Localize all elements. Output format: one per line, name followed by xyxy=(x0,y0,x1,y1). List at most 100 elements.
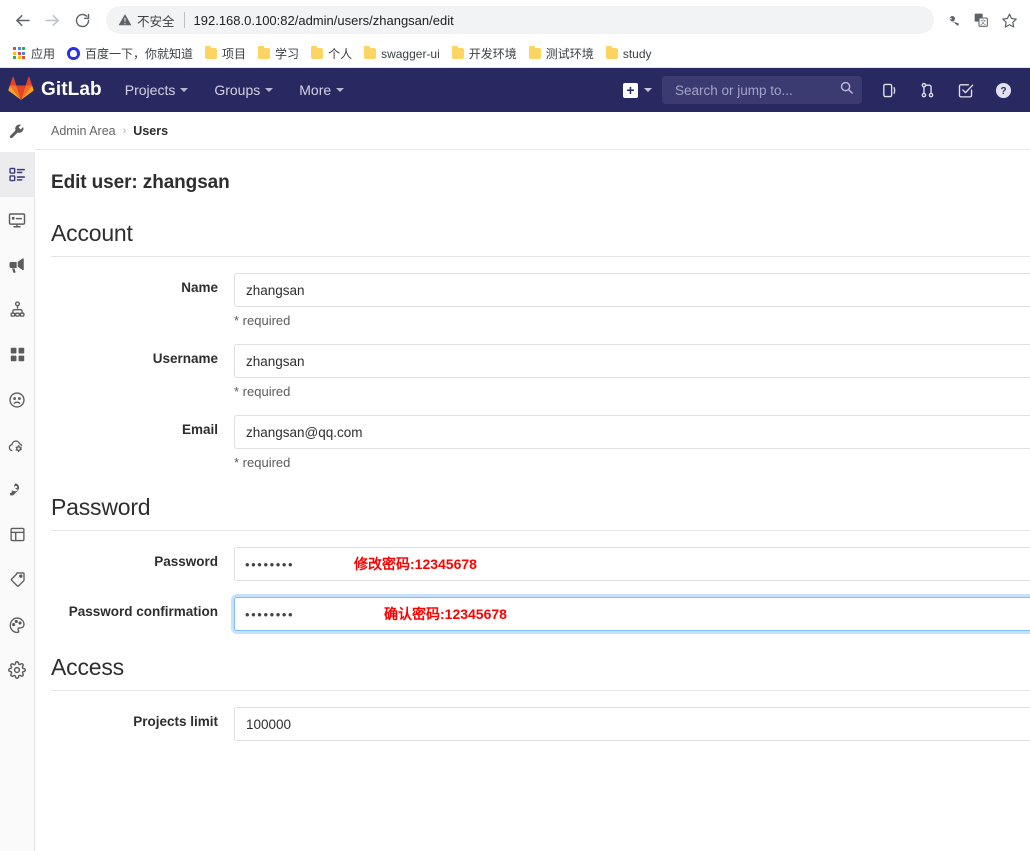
bookmark-test-env[interactable]: 测试环境 xyxy=(523,43,600,65)
baidu-icon xyxy=(67,47,80,60)
projects-limit-input[interactable] xyxy=(234,707,1030,741)
browser-toolbar: 不安全 192.168.0.100:82/admin/users/zhangsa… xyxy=(0,0,1030,40)
sidebar-item-deploy-keys[interactable] xyxy=(0,467,35,512)
gitlab-navbar-right: + ? xyxy=(615,68,1022,112)
breadcrumb-admin-area[interactable]: Admin Area xyxy=(51,124,116,138)
email-required-note: * required xyxy=(234,455,1030,470)
name-required-note: * required xyxy=(234,313,1030,328)
translate-icon[interactable]: 文 xyxy=(968,7,994,33)
todos-icon[interactable] xyxy=(946,68,984,112)
form-row-password-confirmation: Password confirmation •••••••• 确认密码:1234… xyxy=(51,597,1030,631)
nav-more-label: More xyxy=(299,82,331,98)
email-input[interactable] xyxy=(234,415,1030,449)
form-row-username: Username * required xyxy=(51,344,1030,399)
bookmark-xiangmu[interactable]: 项目 xyxy=(199,43,252,65)
sidebar-item-applications[interactable] xyxy=(0,332,35,377)
sidebar-item-settings[interactable] xyxy=(0,647,35,692)
bookmark-label: 百度一下，你就知道 xyxy=(85,45,193,62)
password-confirmation-input[interactable] xyxy=(234,597,1030,631)
label-password-confirmation: Password confirmation xyxy=(51,597,234,619)
issues-icon[interactable] xyxy=(870,68,908,112)
breadcrumb: Admin Area › Users xyxy=(35,112,1030,150)
password-input[interactable] xyxy=(234,547,1030,581)
nav-groups[interactable]: Groups xyxy=(201,68,286,112)
sidebar-item-labels[interactable] xyxy=(0,557,35,602)
field-username-wrap: * required xyxy=(234,344,1030,399)
reload-icon[interactable] xyxy=(68,6,96,34)
sidebar-item-abuse-reports[interactable] xyxy=(0,377,35,422)
sidebar-item-overview[interactable] xyxy=(0,152,35,197)
label-projects-limit: Projects limit xyxy=(51,707,234,729)
bookmark-study[interactable]: study xyxy=(600,43,658,65)
gear-icon xyxy=(8,661,26,679)
edit-user-form: Account Name * required Username * requi… xyxy=(35,220,1030,741)
bookmark-label: 学习 xyxy=(275,45,299,62)
folder-icon xyxy=(606,48,618,59)
security-status-label: 不安全 xyxy=(137,11,175,30)
wrench-icon xyxy=(8,123,26,141)
username-input[interactable] xyxy=(234,344,1030,378)
form-row-password: Password •••••••• 修改密码:12345678 xyxy=(51,547,1030,581)
field-name-wrap: * required xyxy=(234,273,1030,328)
browser-toolbar-icons: 文 xyxy=(940,7,1022,33)
bookmark-label: 项目 xyxy=(222,45,246,62)
key-icon[interactable] xyxy=(940,7,966,33)
gitlab-main-nav: Projects Groups More xyxy=(112,68,357,112)
bookmark-apps[interactable]: 应用 xyxy=(7,43,61,65)
help-icon[interactable]: ? xyxy=(984,68,1022,112)
bookmark-swagger-ui[interactable]: swagger-ui xyxy=(358,43,446,65)
sidebar-item-service-templates[interactable] xyxy=(0,512,35,557)
overview-list-icon xyxy=(9,166,26,183)
new-item-dropdown[interactable]: + xyxy=(615,68,660,112)
label-password: Password xyxy=(51,547,234,569)
merge-requests-icon[interactable] xyxy=(908,68,946,112)
label-email: Email xyxy=(51,415,234,437)
url-text: 192.168.0.100:82/admin/users/zhangsan/ed… xyxy=(194,13,454,28)
nav-projects[interactable]: Projects xyxy=(112,68,202,112)
sidebar-item-system-hooks[interactable] xyxy=(0,287,35,332)
name-input[interactable] xyxy=(234,273,1030,307)
gitlab-home-link[interactable]: GitLab xyxy=(0,68,112,112)
section-heading-access: Access xyxy=(51,654,1030,691)
sidebar-item-appearance[interactable] xyxy=(0,602,35,647)
forward-arrow-icon[interactable] xyxy=(38,6,66,34)
nav-projects-label: Projects xyxy=(125,82,176,98)
sidebar-item-monitoring[interactable] xyxy=(0,197,35,242)
search-input[interactable] xyxy=(673,82,839,99)
bookmark-label: 应用 xyxy=(31,45,55,62)
hook-icon xyxy=(9,301,26,318)
grid-apps-icon xyxy=(9,346,26,363)
sidebar-item-kubernetes[interactable] xyxy=(0,422,35,467)
sidebar-item-admin-wrench[interactable] xyxy=(0,112,35,152)
section-heading-account: Account xyxy=(51,220,1030,257)
sidebar-item-messages[interactable] xyxy=(0,242,35,287)
folder-icon xyxy=(258,48,270,59)
back-arrow-icon[interactable] xyxy=(8,6,36,34)
nav-more[interactable]: More xyxy=(286,68,357,112)
address-bar[interactable]: 不安全 192.168.0.100:82/admin/users/zhangsa… xyxy=(106,6,934,34)
chevron-down-icon xyxy=(336,88,344,92)
field-password-wrap: •••••••• 修改密码:12345678 xyxy=(234,547,1030,581)
global-search-box[interactable] xyxy=(662,76,862,104)
chevron-down-icon xyxy=(180,88,188,92)
template-icon xyxy=(9,526,26,543)
apps-grid-icon xyxy=(13,47,26,60)
bookmark-geren[interactable]: 个人 xyxy=(305,43,358,65)
bookmark-star-icon[interactable] xyxy=(996,7,1022,33)
field-projects-limit-wrap xyxy=(234,707,1030,741)
search-icon[interactable] xyxy=(839,80,854,100)
breadcrumb-users[interactable]: Users xyxy=(133,124,168,138)
bookmark-baidu[interactable]: 百度一下，你就知道 xyxy=(61,43,199,65)
bookmark-label: study xyxy=(623,47,652,61)
bookmark-xuexi[interactable]: 学习 xyxy=(252,43,305,65)
page-title: Edit user: zhangsan xyxy=(35,150,1030,214)
bookmark-dev-env[interactable]: 开发环境 xyxy=(446,43,523,65)
monitor-icon xyxy=(8,211,26,229)
folder-icon xyxy=(311,48,323,59)
bookmark-label: 开发环境 xyxy=(469,45,517,62)
bookmark-label: swagger-ui xyxy=(381,47,440,61)
form-row-name: Name * required xyxy=(51,273,1030,328)
bookmarks-bar: 应用 百度一下，你就知道 项目 学习 个人 swagger-ui 开发环境 xyxy=(0,40,1030,68)
field-email-wrap: * required xyxy=(234,415,1030,470)
label-tag-icon xyxy=(9,571,26,588)
